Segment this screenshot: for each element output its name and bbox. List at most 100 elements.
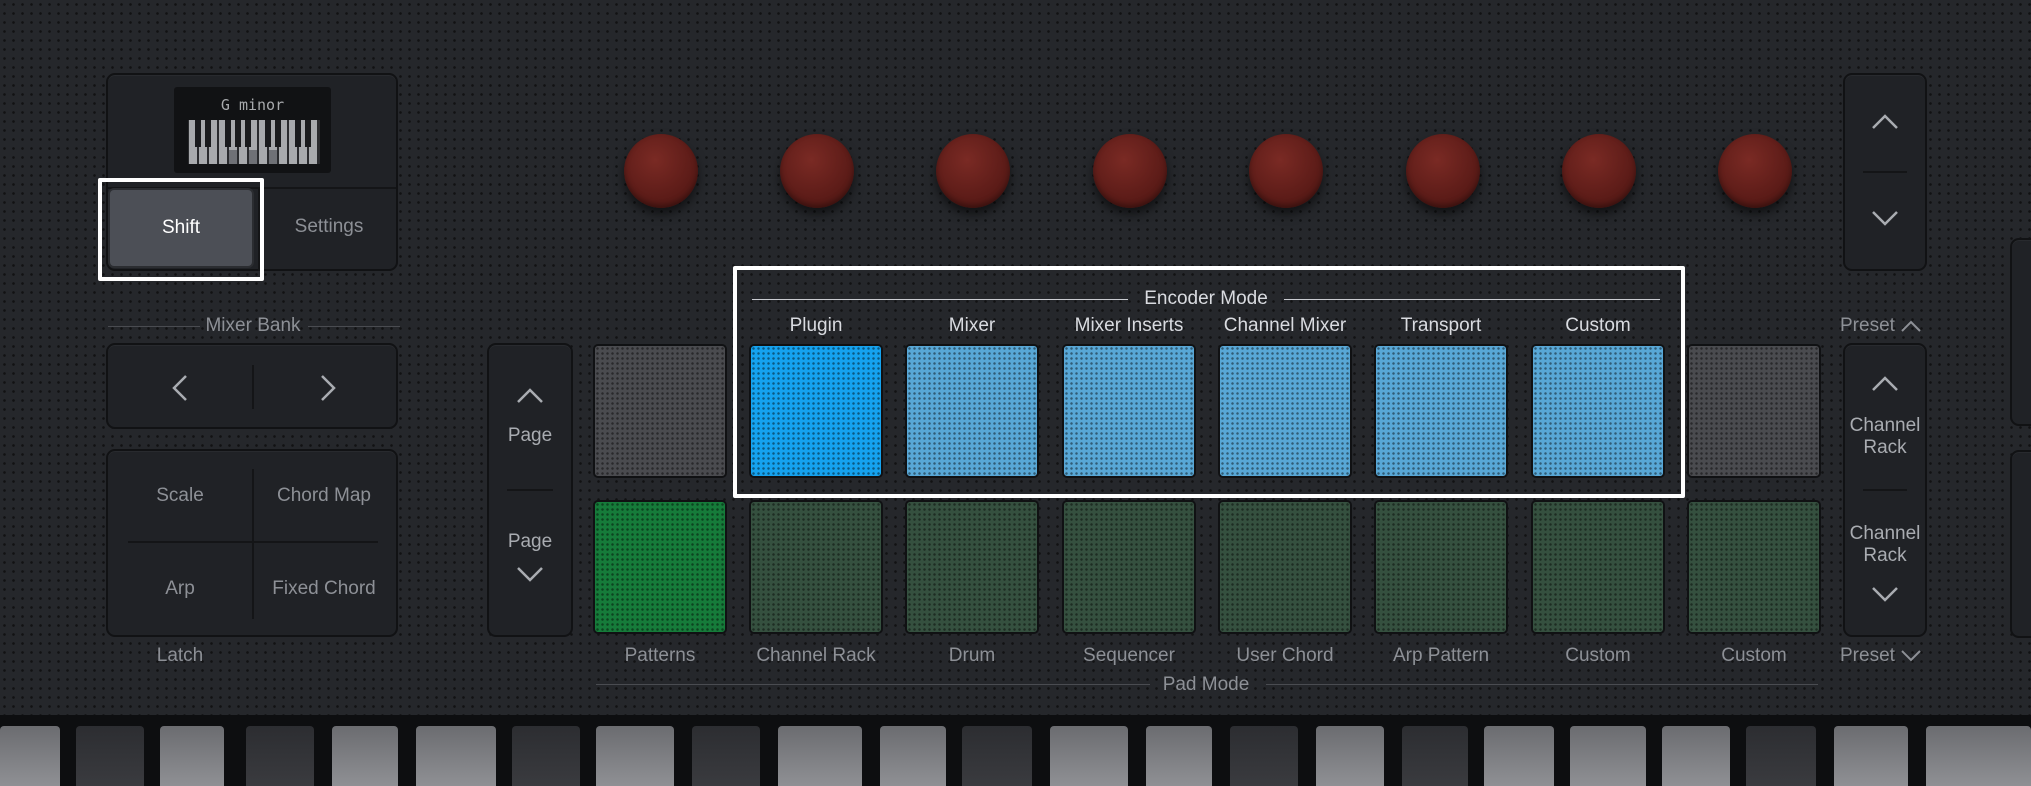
pad-label-user-chord: User Chord (1236, 645, 1334, 666)
encoder-knob-3[interactable] (936, 134, 1010, 208)
pad-mode-line-left (596, 684, 1150, 685)
screen-key-label: G minor (220, 96, 285, 114)
piano-key[interactable] (596, 726, 674, 786)
channel-rack-down-label-1: Channel (1849, 523, 1921, 544)
piano-key[interactable] (692, 726, 760, 786)
pad-mode-arp-pattern[interactable] (1374, 500, 1508, 634)
piano-key[interactable] (778, 726, 862, 786)
piano-key[interactable] (246, 726, 314, 786)
encoder-knob-5[interactable] (1249, 134, 1323, 208)
latch-label: Latch (156, 645, 204, 666)
mixer-bank-prev-button[interactable] (108, 345, 250, 427)
piano-key[interactable] (76, 726, 144, 786)
oled-screen: G minor (174, 87, 331, 173)
piano-key[interactable] (880, 726, 946, 786)
pad-mode-title: Pad Mode (1162, 674, 1250, 695)
channel-rack-up-label-2: Rack (1863, 437, 1907, 458)
page-down-button[interactable]: Page (489, 495, 571, 635)
chevron-up-icon (1901, 320, 1921, 332)
piano-key[interactable] (0, 726, 60, 786)
channel-rack-down-button[interactable]: Channel Rack (1845, 495, 1925, 635)
piano-keyboard-icon (188, 120, 320, 164)
chevron-up-icon (1872, 114, 1898, 129)
chevron-right-icon (321, 375, 336, 401)
chevron-up-icon (517, 388, 543, 403)
chevron-down-icon (1872, 587, 1898, 602)
pad-top-8[interactable] (1687, 344, 1821, 478)
scale-button[interactable]: Scale (108, 485, 252, 507)
pad-mode-sequencer[interactable] (1062, 500, 1196, 634)
piano-key[interactable] (1146, 726, 1212, 786)
encoder-knob-2[interactable] (780, 134, 854, 208)
chevron-down-icon (1901, 650, 1921, 662)
encoder-mode-highlight-box (733, 266, 1685, 498)
channel-rack-up-label-1: Channel (1849, 415, 1921, 436)
pad-label-patterns: Patterns (624, 645, 696, 666)
piano-key[interactable] (1834, 726, 1908, 786)
edge-panel-top (2010, 238, 2031, 426)
pad-mode-patterns[interactable] (593, 500, 727, 634)
pad-mode-custom-2[interactable] (1687, 500, 1821, 634)
channel-rack-down-label-2: Rack (1863, 545, 1907, 566)
panel-divider (507, 489, 553, 491)
piano-key[interactable] (962, 726, 1032, 786)
preset-down-label: Preset (1840, 645, 1940, 667)
encoder-knob-4[interactable] (1093, 134, 1167, 208)
preset-up-text: Preset (1840, 315, 1895, 336)
page-up-label: Page (507, 425, 553, 446)
pad-label-custom-2: Custom (1721, 645, 1787, 666)
edge-panel-bottom (2010, 450, 2031, 638)
piano-key[interactable] (1746, 726, 1816, 786)
chevron-left-icon (172, 375, 187, 401)
controller-surface: G minor Shift Settings Mixer Bank Scale … (0, 0, 2031, 715)
piano-key[interactable] (1662, 726, 1730, 786)
piano-key[interactable] (1402, 726, 1468, 786)
piano-key[interactable] (416, 726, 496, 786)
mixer-bank-line-right (308, 326, 400, 327)
fixed-chord-button[interactable]: Fixed Chord (252, 578, 396, 600)
piano-key[interactable] (1926, 726, 2031, 786)
shift-highlight-box (98, 178, 264, 281)
pad-label-sequencer: Sequencer (1083, 645, 1175, 666)
pad-top-1[interactable] (593, 344, 727, 478)
page-down-label: Page (507, 531, 553, 552)
piano-key[interactable] (1316, 726, 1384, 786)
piano-key[interactable] (512, 726, 580, 786)
mixer-bank-label: Mixer Bank (205, 315, 301, 336)
piano-key[interactable] (1484, 726, 1554, 786)
encoder-knob-6[interactable] (1406, 134, 1480, 208)
mixer-bank-next-button[interactable] (254, 345, 396, 427)
function-buttons-panel (106, 449, 398, 637)
nav-up-button[interactable] (1845, 75, 1925, 169)
pad-label-arp-pattern: Arp Pattern (1392, 645, 1490, 666)
piano-key[interactable] (1050, 726, 1128, 786)
encoder-knob-7[interactable] (1562, 134, 1636, 208)
page-up-button[interactable]: Page (489, 345, 571, 485)
piano-key[interactable] (332, 726, 398, 786)
chevron-down-icon (1872, 211, 1898, 226)
piano-key[interactable] (160, 726, 224, 786)
pad-mode-user-chord[interactable] (1218, 500, 1352, 634)
chevron-down-icon (517, 567, 543, 582)
pad-mode-channel-rack[interactable] (749, 500, 883, 634)
pad-label-custom-1: Custom (1565, 645, 1631, 666)
pad-mode-drum[interactable] (905, 500, 1039, 634)
preset-up-label: Preset (1840, 315, 1940, 337)
settings-button[interactable]: Settings (262, 216, 396, 238)
pad-mode-custom-1[interactable] (1531, 500, 1665, 634)
chevron-up-icon (1872, 376, 1898, 391)
pad-label-channel-rack: Channel Rack (756, 645, 876, 666)
panel-divider (1863, 489, 1907, 491)
nav-down-button[interactable] (1845, 173, 1925, 267)
chord-map-button[interactable]: Chord Map (252, 485, 396, 507)
piano-key[interactable] (1570, 726, 1646, 786)
piano-key[interactable] (1230, 726, 1298, 786)
preset-down-text: Preset (1840, 645, 1895, 666)
arp-button[interactable]: Arp (108, 578, 252, 600)
encoder-knob-8[interactable] (1718, 134, 1792, 208)
pad-mode-line-right (1266, 684, 1818, 685)
channel-rack-up-button[interactable]: Channel Rack (1845, 345, 1925, 485)
encoder-knob-1[interactable] (624, 134, 698, 208)
pad-label-drum: Drum (948, 645, 996, 666)
mixer-bank-line-left (108, 326, 200, 327)
